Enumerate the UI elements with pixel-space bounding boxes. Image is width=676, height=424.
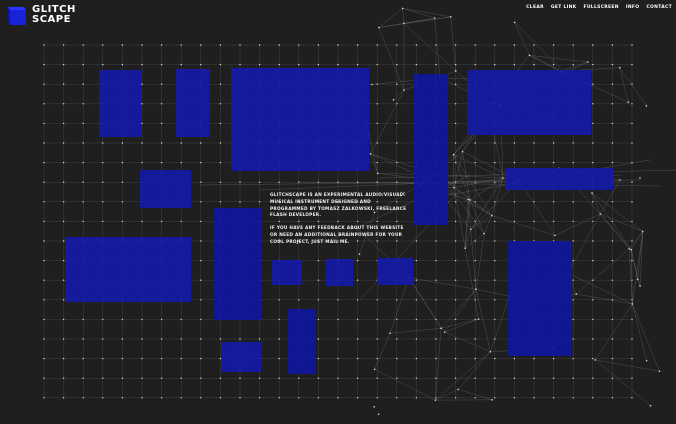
tile-8[interactable] <box>65 237 191 302</box>
tile-5[interactable] <box>467 70 591 135</box>
nav-fullscreen[interactable]: FULLSCREEN <box>583 5 618 10</box>
tile-1[interactable] <box>99 70 141 137</box>
nav-get-link[interactable]: GET LINK <box>551 5 577 10</box>
tile-13[interactable] <box>508 241 572 356</box>
nav-info[interactable]: INFO <box>626 5 640 10</box>
logo-line-2: SCAPE <box>32 14 71 25</box>
cube-icon <box>8 7 26 25</box>
tile-2[interactable] <box>176 69 210 137</box>
tile-7[interactable] <box>505 168 613 190</box>
close-icon[interactable]: × <box>400 190 406 198</box>
tile-9[interactable] <box>214 208 261 320</box>
nav-contact[interactable]: CONTACT <box>646 5 672 10</box>
tile-12[interactable] <box>377 258 413 285</box>
nav-clear[interactable]: CLEAR <box>526 5 544 10</box>
tile-14[interactable] <box>288 309 315 374</box>
tile-3[interactable] <box>231 68 369 171</box>
info-paragraph-1: GLITCHSCAPE IS AN EXPERIMENTAL AUDIO/VIS… <box>270 193 407 219</box>
tile-4[interactable] <box>414 74 448 225</box>
tile-15[interactable] <box>221 342 261 372</box>
tile-11[interactable] <box>326 259 353 286</box>
logo-text: GLITCH SCAPE <box>32 5 76 25</box>
info-panel: GLITCHSCAPE IS AN EXPERIMENTAL AUDIO/VIS… <box>270 193 410 253</box>
tile-6[interactable] <box>140 170 191 208</box>
top-nav: CLEAR GET LINK FULLSCREEN INFO CONTACT <box>526 5 672 10</box>
logo[interactable]: GLITCH SCAPE <box>5 5 76 27</box>
tile-10[interactable] <box>272 260 302 285</box>
info-paragraph-2: IF YOU HAVE ANY FEEDBACK ABOUT THIS WEBS… <box>270 226 404 245</box>
